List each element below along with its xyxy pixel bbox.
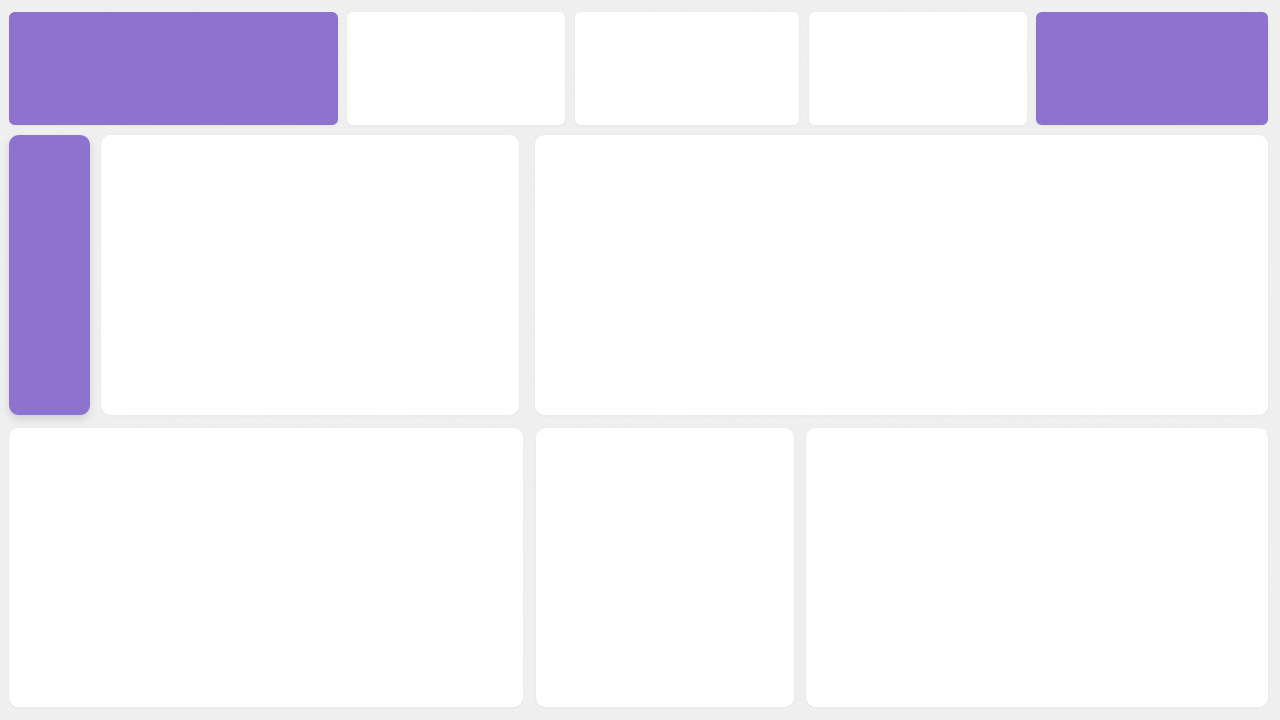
top-card-2 bbox=[575, 12, 799, 125]
top-card-1 bbox=[347, 12, 565, 125]
top-accent-card-left bbox=[9, 12, 338, 125]
content-panel-bottom-right bbox=[806, 428, 1268, 707]
content-panel-bottom-middle bbox=[536, 428, 794, 707]
top-accent-card-right bbox=[1036, 12, 1268, 125]
side-accent-panel bbox=[9, 135, 90, 415]
content-panel-middle-right bbox=[535, 135, 1268, 415]
top-card-3 bbox=[809, 12, 1027, 125]
content-panel-bottom-left bbox=[9, 428, 523, 707]
content-panel-middle-left bbox=[101, 135, 519, 415]
